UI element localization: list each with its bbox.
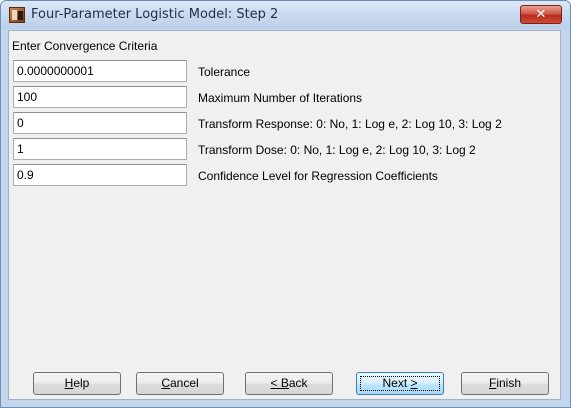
max-iterations-label: Maximum Number of Iterations xyxy=(198,91,363,105)
app-logo-icon xyxy=(9,7,25,23)
window-title: Four-Parameter Logistic Model: Step 2 xyxy=(31,7,279,22)
close-button[interactable]: ✕ xyxy=(520,5,562,24)
next-button[interactable]: Next > xyxy=(356,372,444,395)
max-iterations-input[interactable] xyxy=(13,86,187,108)
back-button[interactable]: < Back xyxy=(245,372,333,395)
tolerance-label: Tolerance xyxy=(198,65,251,79)
transform-response-input[interactable] xyxy=(13,112,187,134)
cancel-button[interactable]: Cancel xyxy=(136,372,224,395)
focus-indicator xyxy=(360,376,440,391)
confidence-level-input[interactable] xyxy=(13,164,187,186)
cancel-mnemonic: C xyxy=(161,376,170,390)
transform-dose-input[interactable] xyxy=(13,138,187,160)
finish-label: inish xyxy=(496,376,522,390)
dialog-body: Enter Convergence Criteria Tolerance Max… xyxy=(8,30,561,400)
cancel-label: ancel xyxy=(169,376,199,390)
back-mnemonic: B xyxy=(280,376,289,390)
finish-button[interactable]: Finish xyxy=(461,372,549,395)
transform-dose-label: Transform Dose: 0: No, 1: Log e, 2: Log … xyxy=(198,143,476,157)
transform-response-label: Transform Response: 0: No, 1: Log e, 2: … xyxy=(198,117,502,131)
section-label: Enter Convergence Criteria xyxy=(12,39,158,53)
confidence-level-label: Confidence Level for Regression Coeffici… xyxy=(198,169,438,183)
help-label: elp xyxy=(73,376,90,390)
back-prefix: < xyxy=(270,376,281,390)
dialog-window: Four-Parameter Logistic Model: Step 2 ✕ … xyxy=(0,0,571,408)
tolerance-input[interactable] xyxy=(13,60,187,82)
title-bar[interactable]: Four-Parameter Logistic Model: Step 2 ✕ xyxy=(1,1,570,29)
back-label: ack xyxy=(288,376,308,390)
help-button[interactable]: Help xyxy=(33,372,121,395)
